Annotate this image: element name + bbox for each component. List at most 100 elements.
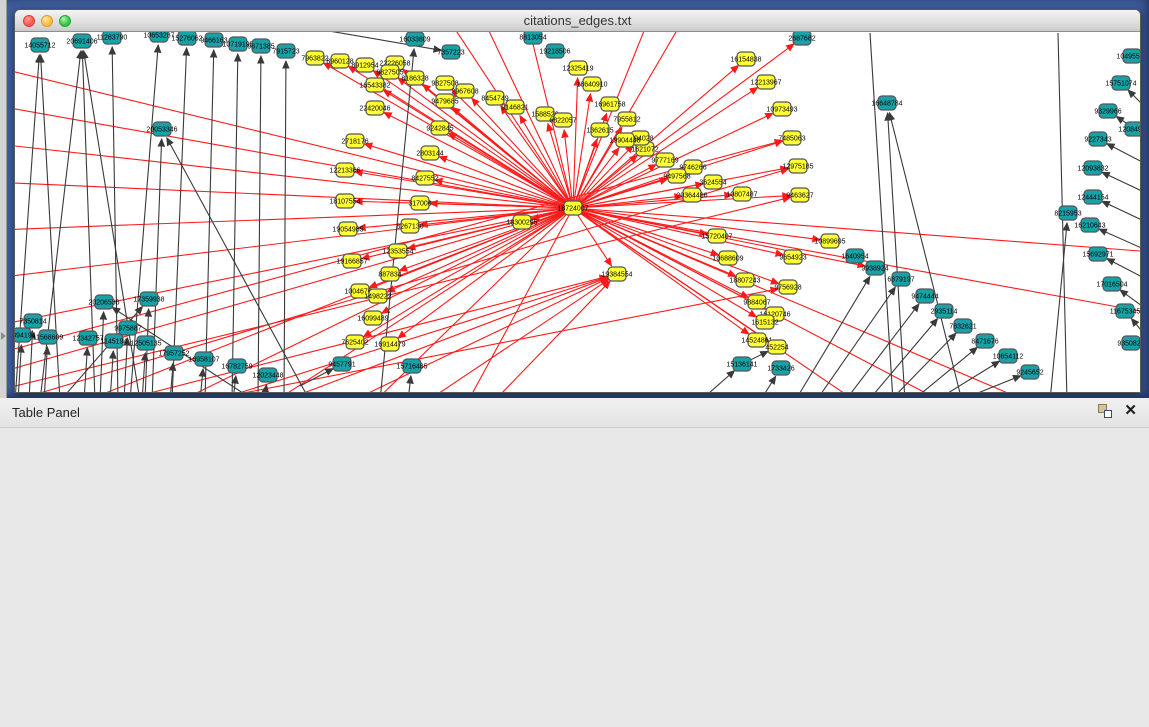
graph-node[interactable]: 12213967 [750, 75, 781, 89]
float-panel-icon[interactable] [1098, 404, 1112, 418]
citation-graph[interactable]: 1872400719384554183002951405571220691406… [15, 32, 1140, 393]
graph-node[interactable]: 1733426 [767, 361, 794, 375]
graph-node[interactable]: 11283790 [97, 32, 128, 44]
graph-edge[interactable] [284, 61, 286, 393]
graph-node[interactable]: 2935114 [931, 304, 958, 318]
graph-node[interactable]: 7915723 [272, 44, 299, 58]
graph-node[interactable]: 8454749 [481, 91, 508, 105]
graph-node[interactable]: 9654923 [779, 250, 806, 264]
graph-edge[interactable] [384, 113, 573, 208]
graph-edge[interactable] [142, 353, 145, 393]
graph-node[interactable]: 7955812 [613, 112, 640, 126]
graph-node[interactable]: 8267130 [396, 219, 423, 233]
graph-node[interactable]: 16961758 [594, 97, 625, 111]
graph-edge[interactable] [700, 371, 734, 393]
graph-node[interactable]: 14055712 [24, 38, 55, 52]
graph-edge[interactable] [1128, 90, 1140, 108]
graph-node[interactable]: 9245652 [1016, 365, 1043, 379]
graph-edge[interactable] [760, 376, 776, 393]
graph-node[interactable]: 7625402 [341, 335, 368, 349]
graph-node[interactable]: 8215953 [1054, 206, 1081, 220]
graph-node[interactable]: 10899695 [814, 234, 845, 248]
graph-node[interactable]: 15751074 [1105, 76, 1136, 90]
graph-edge[interactable] [1099, 229, 1140, 250]
graph-node[interactable]: 16099489 [357, 311, 388, 325]
graph-edge[interactable] [258, 56, 261, 393]
graph-edge[interactable] [573, 78, 578, 208]
graph-node[interactable]: 7832621 [949, 319, 976, 333]
graph-edge[interactable] [1107, 144, 1140, 164]
graph-edge[interactable] [15, 61, 573, 208]
graph-node[interactable]: 8912954 [351, 58, 378, 72]
graph-node[interactable]: 10653287 [143, 32, 174, 42]
graph-edge[interactable] [958, 376, 1021, 393]
graph-node[interactable]: 10688609 [712, 251, 743, 265]
graph-edge[interactable] [795, 277, 870, 393]
graph-node[interactable]: 317006 [408, 196, 431, 210]
graph-node[interactable]: 19218506 [539, 44, 570, 58]
graph-edge[interactable] [573, 148, 619, 208]
graph-edge[interactable] [390, 280, 609, 393]
graph-edge[interactable] [1131, 319, 1140, 336]
graph-node[interactable]: 16958107 [188, 352, 219, 366]
graph-node[interactable]: 9463627 [786, 188, 813, 202]
graph-edge[interactable] [1107, 259, 1140, 279]
graph-node[interactable]: 8813054 [519, 32, 546, 44]
graph-node[interactable]: 20364486 [676, 188, 707, 202]
graph-node[interactable]: 12084941 [1118, 122, 1140, 136]
graph-node[interactable]: 12325419 [562, 61, 593, 75]
graph-node[interactable]: 9756928 [774, 280, 801, 294]
graph-node[interactable]: 12975185 [782, 159, 813, 173]
graph-node[interactable]: 887834 [378, 267, 401, 281]
graph-node[interactable]: 17957252 [158, 346, 189, 360]
graph-edge[interactable] [573, 94, 590, 208]
graph-node[interactable]: 19166857 [336, 254, 367, 268]
graph-node[interactable]: 9350821 [1117, 336, 1140, 350]
graph-node[interactable]: 2718176 [341, 134, 368, 148]
graph-edge[interactable] [573, 208, 718, 255]
graph-node[interactable]: 20206536 [88, 295, 119, 309]
network-canvas[interactable]: 1872400719384554183002951405571220691406… [15, 32, 1140, 393]
graph-node[interactable]: 7963822 [301, 51, 328, 65]
graph-node[interactable]: 17016504 [1096, 277, 1127, 291]
graph-edge[interactable] [172, 48, 187, 393]
graph-node[interactable]: 3624554 [699, 175, 726, 189]
graph-node[interactable]: 8471676 [971, 334, 998, 348]
graph-edge[interactable] [360, 208, 573, 393]
network-window-titlebar[interactable]: citations_edges.txt [15, 10, 1140, 32]
graph-node[interactable]: 7485063 [778, 131, 805, 145]
graph-node[interactable]: 16648784 [871, 96, 902, 110]
graph-node[interactable]: 10654112 [993, 349, 1024, 363]
close-panel-icon[interactable]: ✕ [1124, 404, 1137, 418]
graph-edge[interactable] [145, 309, 149, 393]
graph-node[interactable]: 8960128 [326, 54, 353, 68]
graph-edge[interactable] [889, 113, 962, 393]
graph-node[interactable]: 18640910 [576, 77, 607, 91]
graph-edge[interactable] [398, 208, 573, 338]
graph-node[interactable]: 452254 [765, 340, 788, 354]
graph-edge[interactable] [845, 304, 919, 393]
graph-edge[interactable] [1102, 201, 1140, 222]
graph-node[interactable]: 1145194 [101, 334, 128, 348]
graph-node[interactable]: 2803144 [416, 146, 443, 160]
graph-node[interactable]: 1362615 [586, 123, 613, 137]
graph-edge[interactable] [408, 376, 411, 393]
graph-node[interactable]: 11568609 [33, 330, 64, 344]
graph-node[interactable]: 22420046 [359, 101, 390, 115]
graph-edge[interactable] [233, 376, 236, 393]
graph-node[interactable]: 10495563 [1116, 49, 1140, 63]
graph-node[interactable]: 7357223 [437, 45, 464, 59]
graph-edge[interactable] [200, 369, 203, 393]
graph-node[interactable]: 6879197 [887, 272, 914, 286]
graph-node[interactable]: 12342757 [72, 331, 103, 345]
graph-node[interactable]: 15716485 [396, 359, 427, 373]
graph-node[interactable]: 15720407 [701, 229, 732, 243]
graph-edge[interactable] [912, 347, 977, 393]
graph-node[interactable]: 16782759 [221, 359, 252, 373]
graph-node[interactable]: 15276062 [171, 32, 202, 45]
graph-edge[interactable] [1102, 172, 1140, 193]
graph-node[interactable]: 20691406 [66, 34, 97, 48]
graph-node[interactable]: 2687682 [788, 32, 815, 45]
graph-node[interactable]: 16154838 [730, 52, 761, 66]
graph-edge[interactable] [573, 208, 1050, 393]
